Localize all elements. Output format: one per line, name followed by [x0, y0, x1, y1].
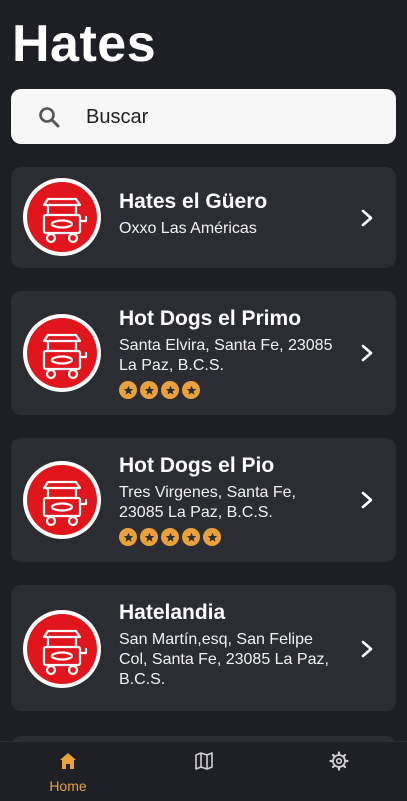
place-name: Hates el Güero: [119, 190, 268, 213]
star-icon: [119, 528, 137, 546]
chevron-right-icon[interactable]: [360, 639, 374, 659]
place-name: Hot Dogs el Primo: [119, 307, 302, 330]
star-icon: [161, 381, 179, 399]
star-icon: [140, 381, 158, 399]
chevron-right-icon[interactable]: [360, 343, 374, 363]
bottom-navigation: Home: [0, 741, 407, 801]
nav-settings[interactable]: [271, 742, 407, 801]
settings-icon: [329, 751, 349, 771]
map-icon: [195, 752, 213, 770]
place-card[interactable]: Hot Dogs el Pio Tres Virgenes, Santa Fe,…: [11, 438, 396, 562]
star-icon: [182, 528, 200, 546]
place-name: Hatelandia: [119, 601, 226, 624]
place-card[interactable]: Hatelandia San Martín,esq, San Felipe Co…: [11, 585, 396, 711]
nav-home-label: Home: [49, 778, 87, 794]
rating-stars: [119, 381, 200, 399]
search-icon: [39, 107, 60, 128]
place-address: Tres Virgenes, Santa Fe, 23085 La Paz, B…: [119, 484, 296, 521]
place-name: Hot Dogs el Pio: [119, 454, 275, 477]
search-input[interactable]: Buscar: [86, 105, 148, 129]
place-card[interactable]: Hot Dogs el Primo Santa Elvira, Santa Fe…: [11, 291, 396, 415]
hotdog-cart-logo: [23, 178, 101, 256]
page-title: Hates: [12, 15, 157, 73]
nav-map[interactable]: [136, 742, 272, 801]
star-icon: [182, 381, 200, 399]
hotdog-cart-logo: [23, 461, 101, 539]
nav-home[interactable]: Home: [0, 742, 136, 801]
star-icon: [119, 381, 137, 399]
place-address: Santa Elvira, Santa Fe, 23085 La Paz, B.…: [119, 337, 333, 374]
star-icon: [203, 528, 221, 546]
chevron-right-icon[interactable]: [360, 208, 374, 228]
hotdog-cart-logo: [23, 610, 101, 688]
hotdog-cart-logo: [23, 314, 101, 392]
search-bar[interactable]: Buscar: [11, 89, 396, 144]
star-icon: [140, 528, 158, 546]
chevron-right-icon[interactable]: [360, 490, 374, 510]
place-address: San Martín,esq, San Felipe Col, Santa Fe…: [119, 631, 329, 688]
home-icon: [60, 753, 76, 769]
place-card[interactable]: Hates el Güero Oxxo Las Américas: [11, 167, 396, 268]
place-address: Oxxo Las Américas: [119, 220, 257, 237]
star-icon: [161, 528, 179, 546]
rating-stars: [119, 528, 221, 546]
